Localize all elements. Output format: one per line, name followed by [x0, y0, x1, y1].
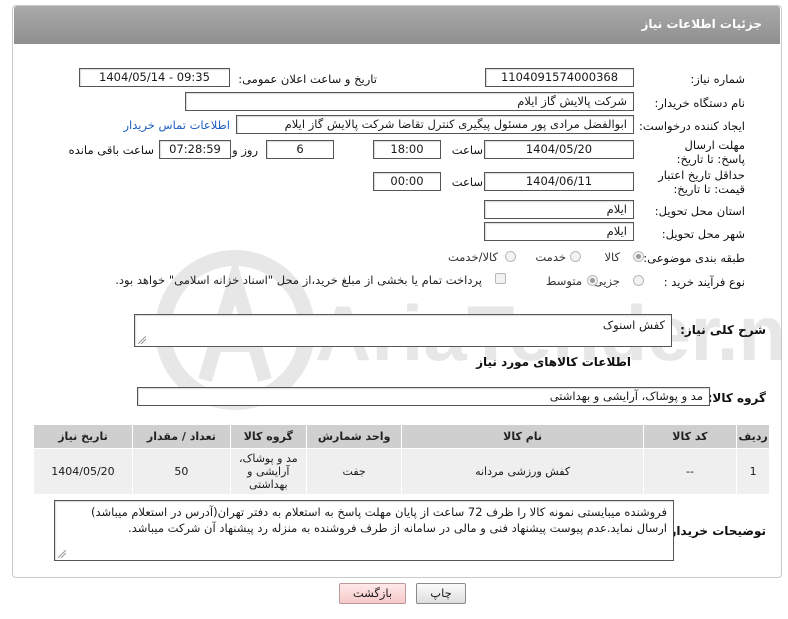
goods-section-title: اطلاعات کالاهای مورد نیاز: [476, 355, 631, 369]
deadline-days-label: روز و: [232, 143, 258, 157]
deadline-label: مهلت ارسال پاسخ: تا تاریخ:: [676, 138, 745, 166]
price-validity-label: حداقل تاریخ اعتبار قیمت: تا تاریخ:: [658, 168, 745, 196]
col-name: نام کالا: [401, 424, 644, 449]
requester-label: ایجاد کننده درخواست:: [639, 119, 745, 133]
process-minor-radio[interactable]: [633, 275, 644, 286]
buyer-org-label: نام دستگاه خریدار:: [654, 96, 745, 110]
deadline-days-field: 6: [266, 140, 334, 159]
col-unit: واحد شمارش: [305, 424, 403, 449]
table-row: 1 -- کفش ورزشی مردانه جفت مد و پوشاک، آر…: [33, 448, 770, 495]
col-qty: تعداد / مقدار: [131, 424, 231, 449]
announce-field: 1404/05/14 - 09:35: [79, 68, 230, 87]
goods-group-field: مد و پوشاک، آرایشی و بهداشتی: [137, 387, 710, 406]
cell-row: 1: [736, 448, 770, 495]
category-service-radio[interactable]: [570, 251, 581, 262]
category-goods-service-label: کالا/خدمت: [447, 250, 498, 264]
col-group: گروه کالا: [229, 424, 307, 449]
resize-grip-icon[interactable]: [138, 336, 146, 344]
price-validity-time-label: ساعت: [451, 175, 483, 189]
province-label: استان محل تحویل:: [654, 204, 745, 218]
city-field: ایلام: [484, 222, 634, 241]
announce-label: تاریخ و ساعت اعلان عمومی:: [238, 72, 377, 86]
goods-table: ردیف کد کالا نام کالا واحد شمارش گروه کا…: [33, 424, 770, 495]
goods-group-label: گروه کالا:: [707, 391, 766, 405]
category-service-label: خدمت: [535, 250, 566, 264]
cell-group: مد و پوشاک، آرایشی و بهداشتی: [229, 448, 307, 495]
treasury-note: پرداخت تمام یا بخشی از مبلغ خرید،از محل …: [115, 273, 482, 287]
need-number-field: 1104091574000368: [485, 68, 634, 87]
province-field: ایلام: [484, 200, 634, 219]
buyer-notes-field: فروشنده میبایستی نمونه کالا را ظرف 72 سا…: [54, 500, 674, 561]
category-goods-radio[interactable]: [633, 251, 644, 262]
deadline-date-field: 1404/05/20: [484, 140, 634, 159]
remaining-time-label: ساعت باقی مانده: [68, 143, 154, 157]
buyer-notes-text: فروشنده میبایستی نمونه کالا را ظرف 72 سا…: [90, 505, 667, 535]
deadline-time-field: 18:00: [373, 140, 441, 159]
category-goods-service-radio[interactable]: [505, 251, 516, 262]
description-field: کفش اسنوک: [134, 314, 672, 347]
city-label: شهر محل تحویل:: [661, 227, 745, 241]
description-label: شرح کلی نیاز:: [680, 323, 766, 337]
requester-field: ابوالفضل مرادی پور مسئول پیگیری کنترل تق…: [236, 115, 634, 134]
process-label: نوع فرآیند خرید :: [663, 275, 745, 289]
process-medium-radio[interactable]: [587, 275, 598, 286]
buyer-contact-link[interactable]: اطلاعات تماس خریدار: [123, 118, 230, 132]
description-text: کفش اسنوک: [602, 318, 665, 332]
goods-table-header: ردیف کد کالا نام کالا واحد شمارش گروه کا…: [33, 424, 770, 449]
deadline-time-label: ساعت: [451, 143, 483, 157]
cell-unit: جفت: [305, 448, 403, 495]
category-goods-label: کالا: [604, 250, 620, 264]
need-number-label: شماره نیاز:: [690, 72, 745, 86]
remaining-time-field: 07:28:59: [159, 140, 231, 159]
buyer-org-field: شرکت پالایش گاز ایلام: [185, 92, 634, 111]
buyer-notes-label: توضیحات خریدار:: [664, 524, 766, 538]
process-medium-label: متوسط: [545, 274, 582, 288]
print-button[interactable]: چاپ: [416, 583, 466, 604]
category-label: طبقه بندی موضوعی:: [643, 251, 745, 265]
price-validity-time-field: 00:00: [373, 172, 441, 191]
cell-code: --: [642, 448, 738, 495]
cell-date: 1404/05/20: [33, 448, 133, 495]
cell-qty: 50: [131, 448, 231, 495]
page-title: جزئیات اطلاعات نیاز: [641, 17, 762, 31]
col-code: کد کالا: [642, 424, 738, 449]
col-date: تاریخ نیاز: [33, 424, 133, 449]
treasury-checkbox[interactable]: [495, 273, 506, 284]
back-button[interactable]: بازگشت: [339, 583, 406, 604]
col-row: ردیف: [736, 424, 770, 449]
notes-resize-grip-icon[interactable]: [58, 550, 66, 558]
cell-name: کفش ورزشی مردانه: [401, 448, 644, 495]
price-validity-date-field: 1404/06/11: [484, 172, 634, 191]
